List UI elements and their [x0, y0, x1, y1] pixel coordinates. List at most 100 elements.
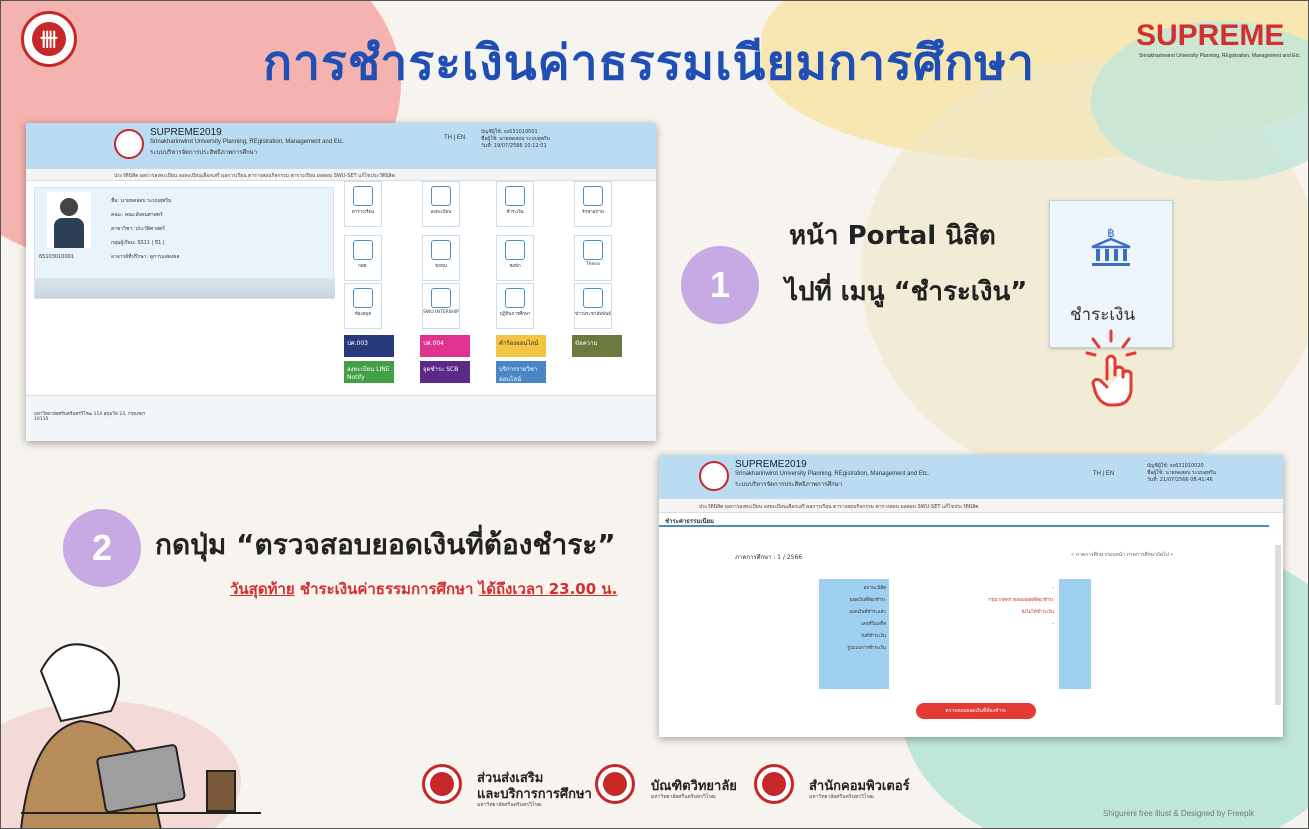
tile-loan[interactable]: กยศ.: [344, 235, 382, 281]
student-card: 65103010001 ชื่อ: นายทดสอบ ระบบสุพรีม คณ…: [34, 187, 335, 299]
payment-system-thai: ระบบบริหารจัดการประสิทธิภาพการศึกษา: [735, 481, 843, 488]
payment-lang-switch[interactable]: TH | EN: [1093, 471, 1114, 477]
footer-logo-2-sub: มหาวิทยาลัยศรีนครินทรวิโรฒ: [651, 794, 716, 800]
pointer-hand-icon: [1085, 329, 1137, 407]
row-student-status: สถานะนิสิต: [863, 586, 886, 591]
university-logo: 卌: [21, 11, 77, 67]
portal-header: SUPREME2019 Srinakharinwirot University …: [26, 123, 656, 169]
deadline-middle: ชำระเงินค่าธรรมการศึกษา: [294, 580, 479, 598]
footer-logo-1-sub: มหาวิทยาลัยศรีนครินทรวิโรฒ: [477, 802, 542, 808]
row-receipt-no: เลขที่ใบเสร็จ: [861, 622, 886, 627]
portal-footer: มหาวิทยาลัยศรีนครินทรวิโรฒ 114 สุขุมวิท …: [26, 395, 656, 441]
btn-ps003[interactable]: ปศ.003: [344, 335, 394, 357]
infographic: 卌 การชำระเงินค่าธรรมเนียมการศึกษา SUPREM…: [0, 0, 1309, 829]
university-seal-icon: 卌: [32, 22, 66, 56]
student-faculty: คณะ: คณะสังคมศาสตร์: [111, 212, 163, 218]
payment-section-title: ชำระค่าธรรมเนียม: [659, 513, 1269, 527]
value-amount-due: กรุณากดตรวจสอบยอดที่ต้องชำระ: [988, 598, 1054, 603]
payment-unit-col: [1059, 579, 1091, 689]
student-major: สาขาวิชา: ประวัติศาสตร์: [111, 226, 165, 232]
portal-nav[interactable]: ประวัตินิสิต ผลการลงทะเบียน ลงทะเบียนเลื…: [26, 169, 656, 181]
payment-user-name: ชื่อผู้ใช้: นายทดสอบ ระบบสุพรีม: [1147, 470, 1216, 476]
portal-lang-switch[interactable]: TH | EN: [444, 135, 465, 141]
payment-status-table: สถานะนิสิต ยอดเงินที่ต้องชำระ ยอดเงินที่…: [819, 579, 1091, 689]
payment-row-values: - กรุณากดตรวจสอบยอดที่ต้องชำระ ยังไม่ได้…: [891, 579, 1057, 689]
payment-row-labels: สถานะนิสิต ยอดเงินที่ต้องชำระ ยอดเงินที่…: [819, 579, 889, 689]
payment-system-full: Srinakharinwirot University Planning, RE…: [735, 471, 930, 477]
bank-icon: ฿: [1091, 226, 1131, 266]
footer-logo-3: [754, 764, 794, 804]
tile-timetable[interactable]: ตารางเรียน: [344, 181, 382, 227]
deadline-time: ได้ถึงเวลา 23.00 น.: [478, 580, 618, 598]
student-group: กลุ่มผู้เรียน: SS11 | ปี1 |: [111, 240, 165, 246]
portal-user-info: บัญชีผู้ใช้: ss631010001 ชื่อผู้ใช้: นาย…: [481, 129, 550, 150]
row-payment-method: รูปแบบการชำระเงิน: [847, 646, 886, 651]
tile-dorm[interactable]: หอพัก: [496, 235, 534, 281]
tile-thesis[interactable]: Thesis: [574, 235, 612, 281]
payment-menu-icon-box[interactable]: ฿ ชำระเงิน: [1049, 200, 1173, 348]
deadline-note: วันสุดท้าย ชำระเงินค่าธรรมการศึกษา ได้ถึ…: [230, 577, 617, 601]
tile-register[interactable]: ลงทะเบียน: [422, 181, 460, 227]
step-1-line2: ไปที่ เมนู “ชำระเงิน”: [785, 277, 1028, 307]
tile-news[interactable]: ข่าวประชาสัมพันธ์: [574, 283, 612, 329]
campus-banner: [35, 278, 335, 298]
portal-system-thai: ระบบบริหารจัดการประสิทธิภาพการศึกษา: [150, 149, 258, 156]
student-advisor: อาจารย์ที่ปรึกษา: ดูการแสดงผล: [111, 254, 180, 260]
step-1-line1: หน้า Portal นิสิต: [789, 221, 996, 251]
row-amount-due: ยอดเงินที่ต้องชำระ: [849, 598, 886, 603]
payment-screenshot: SUPREME2019 Srinakharinwirot University …: [659, 455, 1283, 737]
value-receipt-no: -: [1052, 622, 1054, 627]
page-title: การชำระเงินค่าธรรมเนียมการศึกษา: [263, 35, 1036, 91]
payment-user-account: บัญชีผู้ใช้: ss631010020: [1147, 463, 1204, 469]
row-amount-paid: ยอดเงินที่ชำระแล้ว: [849, 610, 886, 615]
payment-system-name: SUPREME2019: [735, 459, 807, 470]
tile-internship[interactable]: SWU INTERSHIP: [422, 283, 460, 329]
portal-system-full: Srinakharinwirot University Planning, RE…: [150, 139, 345, 145]
student-fields: ชื่อ: นายทดสอบ ระบบสุพรีม คณะ: คณะสังคมศ…: [111, 194, 179, 264]
payment-user-date: วันที่: 21/07/2566 08:41:46: [1147, 477, 1213, 483]
portal-user-account: บัญชีผู้ใช้: ss631010001: [481, 129, 538, 135]
footer-logo-3-sub: มหาวิทยาลัยศรีนครินทรวิโรฒ: [809, 794, 874, 800]
btn-scb[interactable]: จุดชำระ SCB: [420, 361, 470, 383]
deadline-label: วันสุดท้าย: [230, 580, 295, 598]
btn-line-notify[interactable]: ลงทะเบียน LINE Notify: [344, 361, 394, 383]
student-name: ชื่อ: นายทดสอบ ระบบสุพรีม: [111, 198, 172, 204]
tile-status[interactable]: รักษาสภาพ: [574, 181, 612, 227]
student-id: 65103010001: [39, 254, 74, 260]
tile-calendar[interactable]: ปฏิทินการศึกษา: [496, 283, 534, 329]
footer-logo-1: [422, 764, 462, 804]
portal-logo: [114, 129, 144, 159]
tile-payment[interactable]: ชำระเงิน: [496, 181, 534, 227]
portal-system-name: SUPREME2019: [150, 127, 222, 138]
brand-logo: SUPREME: [1136, 19, 1285, 52]
payment-menu-label: ชำระเงิน: [1070, 305, 1136, 325]
portal-footer-address: มหาวิทยาลัยศรีนครินทรวิโรฒ 114 สุขุมวิท …: [34, 412, 146, 422]
btn-petition[interactable]: คำร้องออนไลน์: [496, 335, 546, 357]
scrollbar[interactable]: [1275, 545, 1281, 705]
payment-logo: [699, 461, 729, 491]
tile-scholarship[interactable]: ขอทุน: [422, 235, 460, 281]
step-2-badge: 2: [63, 509, 141, 587]
btn-ps004[interactable]: ปศ.004: [420, 335, 470, 357]
brand-subtitle: Srinakharinwirot University Planning, RE…: [1139, 53, 1301, 59]
footer-logo-2: [595, 764, 635, 804]
payment-header: SUPREME2019 Srinakharinwirot University …: [659, 455, 1283, 499]
student-laptop-illustration: [20, 643, 261, 828]
check-amount-button[interactable]: ตรวจสอบยอดเงินที่ต้องชำระ: [916, 703, 1036, 719]
payment-user-info: บัญชีผู้ใช้: ss631010020 ชื่อผู้ใช้: นาย…: [1147, 463, 1216, 484]
step-2-text: กดปุ่ม “ตรวจสอบยอดเงินที่ต้องชำระ”: [155, 528, 616, 561]
tile-library[interactable]: ห้องสมุด: [344, 283, 382, 329]
semester-label: ภาคการศึกษา : 1 / 2566: [735, 554, 803, 561]
credit-text: Shigureni free illust & Designed by Free…: [1103, 809, 1255, 818]
payment-nav[interactable]: ประวัตินิสิต ผลการลงทะเบียน ลงทะเบียนเลื…: [659, 499, 1283, 513]
btn-online-course[interactable]: บริการรายวิชาออนไลน์: [496, 361, 546, 383]
avatar: [47, 192, 91, 248]
portal-screenshot: SUPREME2019 Srinakharinwirot University …: [26, 123, 656, 441]
semester-nav[interactable]: « ภาคการศึกษาก่อนหน้า ภาคการศึกษาถัดไป »: [1071, 551, 1173, 559]
row-payment-date: วันที่ชำระเงิน: [860, 634, 886, 639]
btn-message[interactable]: ข้อความ: [572, 335, 622, 357]
portal-user-date: วันที่: 19/07/2566 10:12:01: [481, 143, 547, 149]
step-1-badge: 1: [681, 246, 759, 324]
value-amount-paid: ยังไม่ได้ชำระเงิน: [1021, 610, 1054, 615]
value-student-status: -: [1052, 586, 1054, 591]
